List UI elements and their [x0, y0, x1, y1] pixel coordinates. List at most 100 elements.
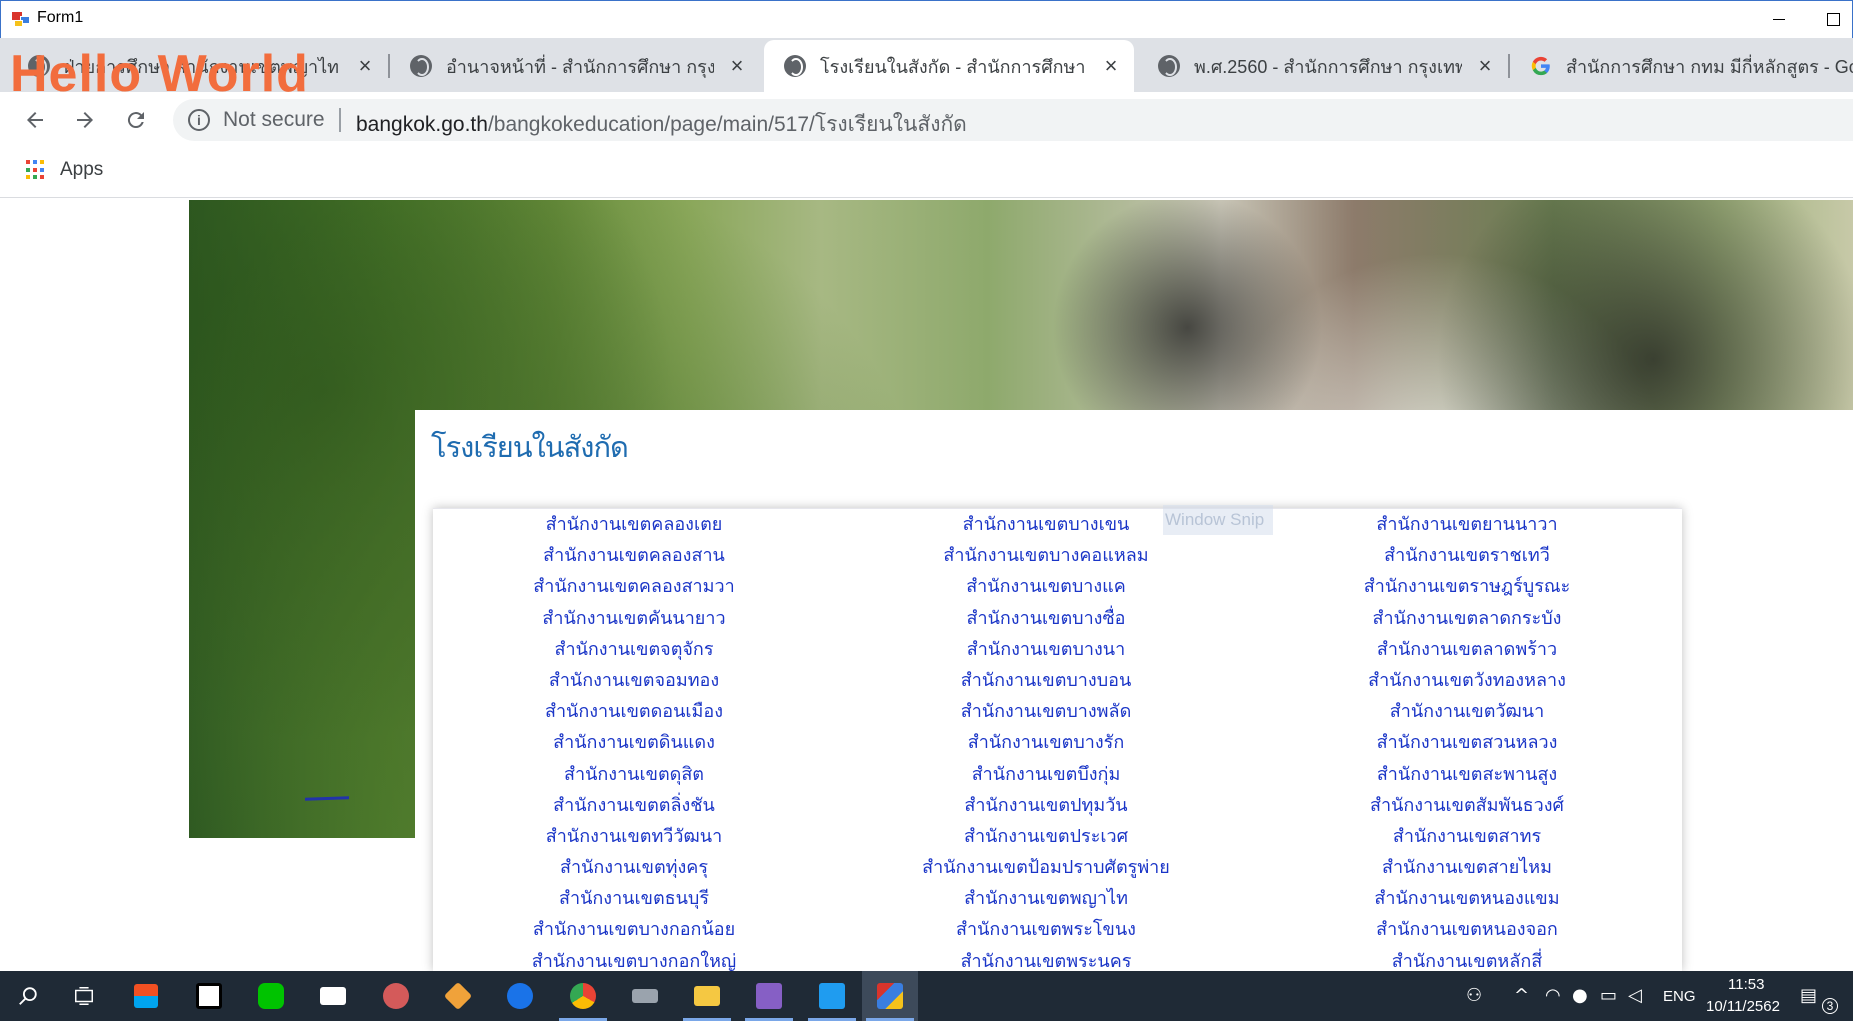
district-link[interactable]: สำนักงานเขตดินแดง: [419, 732, 849, 763]
line-icon: [258, 983, 284, 1009]
district-link[interactable]: สำนักงานเขตดอนเมือง: [419, 701, 849, 732]
district-link[interactable]: สำนักงานเขตลาดกระบัง: [1252, 608, 1682, 639]
district-link[interactable]: สำนักงานเขตป้อมปราบศัตรูพ่าย: [831, 857, 1261, 888]
tab-title: อำนาจหน้าที่ - สำนักการศึกษา กรุงเทพมหาน…: [446, 56, 714, 77]
snipping-tool-icon: [383, 983, 409, 1009]
close-tab-icon[interactable]: ×: [354, 53, 376, 79]
district-link[interactable]: สำนักงานเขตสัมพันธวงศ์: [1252, 795, 1682, 826]
close-tab-icon[interactable]: ×: [1474, 53, 1496, 79]
district-link[interactable]: สำนักงานเขตบางคอแหลม: [831, 545, 1261, 576]
security-alert-icon[interactable]: ●: [1572, 985, 1588, 1006]
district-link[interactable]: สำนักงานเขตหนองจอก: [1252, 919, 1682, 950]
district-link[interactable]: สำนักงานเขตบึงกุ่ม: [831, 764, 1261, 795]
district-link[interactable]: สำนักงานเขตสาทร: [1252, 826, 1682, 857]
globe-icon: [410, 55, 432, 77]
search-icon: [19, 987, 37, 1005]
district-link[interactable]: สำนักงานเขตยานนาวา: [1252, 514, 1682, 545]
taskbar-mail[interactable]: [305, 971, 361, 1021]
district-link[interactable]: สำนักงานเขตวัฒนา: [1252, 701, 1682, 732]
district-link[interactable]: สำนักงานเขตบางรัก: [831, 732, 1261, 763]
taskbar-chrome[interactable]: [555, 971, 611, 1021]
people-icon[interactable]: ⚇: [1466, 985, 1482, 1006]
form-titlebar: Form1: [0, 0, 1853, 38]
district-link[interactable]: สำนักงานเขตวังทองหลาง: [1252, 670, 1682, 701]
taskbar-visual-studio[interactable]: [741, 971, 797, 1021]
task-view-button[interactable]: [56, 971, 112, 1021]
district-link[interactable]: สำนักงานเขตบางนา: [831, 639, 1261, 670]
district-link[interactable]: สำนักงานเขตธนบุรี: [419, 888, 849, 919]
district-link[interactable]: สำนักงานเขตตลิ่งชัน: [419, 795, 849, 826]
taskbar-git[interactable]: [430, 971, 486, 1021]
back-button[interactable]: [19, 104, 51, 136]
district-link[interactable]: สำนักงานเขตสะพานสูง: [1252, 764, 1682, 795]
task-view-icon: [75, 987, 93, 1005]
district-link[interactable]: สำนักงานเขตหนองแขม: [1252, 888, 1682, 919]
taskbar-vscode[interactable]: [804, 971, 860, 1021]
district-link[interactable]: สำนักงานเขตบางซื่อ: [831, 608, 1261, 639]
district-link[interactable]: สำนักงานเขตบางพลัด: [831, 701, 1261, 732]
district-link[interactable]: สำนักงานเขตคันนายาว: [419, 608, 849, 639]
district-link[interactable]: สำนักงานเขตจตุจักร: [419, 639, 849, 670]
taskbar-search-button[interactable]: [0, 971, 56, 1021]
district-link[interactable]: สำนักงานเขตประเวศ: [831, 826, 1261, 857]
security-label[interactable]: Not secure: [223, 108, 325, 132]
device-icon: [632, 989, 658, 1003]
district-link[interactable]: สำนักงานเขตบางบอน: [831, 670, 1261, 701]
district-link[interactable]: สำนักงานเขตพระโขนง: [831, 919, 1261, 950]
district-link[interactable]: สำนักงานเขตบางกอกน้อย: [419, 919, 849, 950]
info-icon[interactable]: i: [188, 109, 210, 131]
edge-icon: [507, 983, 533, 1009]
notification-center-icon[interactable]: ▤: [1800, 985, 1817, 1006]
battery-icon[interactable]: ▭: [1600, 985, 1617, 1006]
district-link[interactable]: สำนักงานเขตบางเขน: [831, 514, 1261, 545]
district-link[interactable]: สำนักงานเขตคลองเตย: [419, 514, 849, 545]
apps-grid-icon[interactable]: [26, 160, 46, 180]
mail-icon: [320, 987, 346, 1005]
district-link[interactable]: สำนักงานเขตทุ่งครุ: [419, 857, 849, 888]
maximize-button[interactable]: [1810, 0, 1853, 38]
district-link[interactable]: สำนักงานเขตทวีวัฒนา: [419, 826, 849, 857]
close-tab-icon[interactable]: ×: [726, 53, 748, 79]
district-column-3: สำนักงานเขตยานนาวา สำนักงานเขตราชเทวี สำ…: [1252, 514, 1682, 982]
district-link[interactable]: สำนักงานเขตบางแค: [831, 576, 1261, 607]
taskbar-form-app[interactable]: [862, 971, 918, 1021]
forward-button[interactable]: [69, 104, 101, 136]
district-link[interactable]: สำนักงานเขตราชเทวี: [1252, 545, 1682, 576]
close-tab-icon[interactable]: ×: [1100, 53, 1122, 79]
reload-button[interactable]: [120, 104, 152, 136]
district-link[interactable]: สำนักงานเขตคลองสาน: [419, 545, 849, 576]
tab-4[interactable]: พ.ศ.2560 - สำนักการศึกษา กรุงเทพมหานคร ×: [1138, 40, 1508, 92]
show-hidden-icons-chevron-up-icon[interactable]: ^: [1514, 985, 1529, 1006]
taskbar-device[interactable]: [617, 971, 673, 1021]
address-bar[interactable]: i Not secure bangkok.go.th/bangkokeducat…: [173, 99, 1853, 141]
apps-bookmark[interactable]: Apps: [60, 159, 103, 181]
taskbar-file-explorer[interactable]: [679, 971, 735, 1021]
district-link[interactable]: สำนักงานเขตสวนหลวง: [1252, 732, 1682, 763]
tab-5[interactable]: สำนักการศึกษา กทม มีกี่หลักสูตร - Google: [1510, 40, 1853, 92]
taskbar-snipping-tool[interactable]: [368, 971, 424, 1021]
wifi-icon[interactable]: ◠: [1545, 985, 1561, 1006]
minimize-button[interactable]: [1756, 0, 1802, 38]
district-link[interactable]: สำนักงานเขตคลองสามวา: [419, 576, 849, 607]
input-language[interactable]: ENG: [1663, 988, 1696, 1005]
chrome-icon: [570, 983, 596, 1009]
tab-2[interactable]: อำนาจหน้าที่ - สำนักการศึกษา กรุงเทพมหาน…: [390, 40, 760, 92]
district-column-2: สำนักงานเขตบางเขน สำนักงานเขตบางคอแหลม ส…: [831, 514, 1261, 982]
taskbar-edge[interactable]: [492, 971, 548, 1021]
clock-time[interactable]: 11:53: [1728, 976, 1764, 993]
taskbar-notion[interactable]: [181, 971, 237, 1021]
taskbar-store[interactable]: [118, 971, 174, 1021]
tab-3-active[interactable]: โรงเรียนในสังกัด - สำนักการศึกษา กรุงเทพ…: [764, 40, 1134, 92]
district-link[interactable]: สำนักงานเขตดุสิต: [419, 764, 849, 795]
url-text[interactable]: bangkok.go.th/bangkokeducation/page/main…: [356, 108, 967, 141]
district-link[interactable]: สำนักงานเขตพญาไท: [831, 888, 1261, 919]
district-link[interactable]: สำนักงานเขตจอมทอง: [419, 670, 849, 701]
taskbar-line[interactable]: [243, 971, 299, 1021]
district-link[interactable]: สำนักงานเขตปทุมวัน: [831, 795, 1261, 826]
district-link[interactable]: สำนักงานเขตสายไหม: [1252, 857, 1682, 888]
district-link[interactable]: สำนักงานเขตลาดพร้าว: [1252, 639, 1682, 670]
district-link[interactable]: สำนักงานเขตราษฎร์บูรณะ: [1252, 576, 1682, 607]
clock-date[interactable]: 10/11/2562: [1706, 998, 1780, 1015]
tab-title: พ.ศ.2560 - สำนักการศึกษา กรุงเทพมหานคร: [1194, 56, 1462, 77]
volume-muted-icon[interactable]: ◁: [1628, 985, 1642, 1006]
